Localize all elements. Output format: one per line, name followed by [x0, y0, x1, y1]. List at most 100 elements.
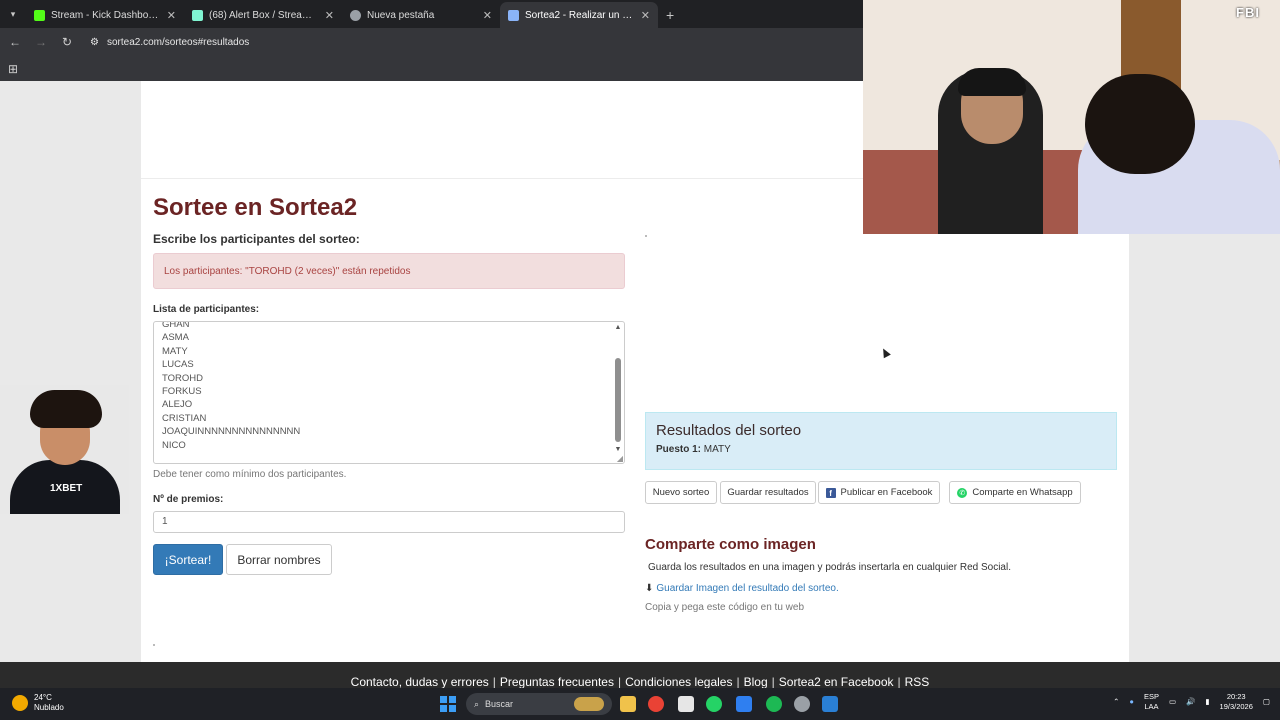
tab-title: (68) Alert Box / Streamlabs	[209, 9, 319, 21]
footer-link[interactable]: Contacto, dudas y errores	[351, 675, 489, 689]
mail-icon[interactable]	[736, 696, 752, 712]
weather-icon	[12, 695, 28, 711]
webcam-overlay: FBI	[863, 0, 1280, 234]
weather-text: Nublado	[34, 703, 64, 712]
save-image-link-label: Guardar Imagen del resultado del sorteo.	[656, 583, 839, 594]
url-text: sortea2.com/sorteos#resultados	[106, 36, 250, 48]
close-icon[interactable]: ✕	[483, 9, 492, 22]
chrome-icon	[350, 9, 361, 21]
facecam-shirt-logo: 1XBET	[50, 483, 83, 494]
taskbar-search[interactable]: ⌕ Buscar	[466, 693, 612, 715]
footer-link[interactable]: Blog	[744, 675, 768, 689]
chrome-icon[interactable]	[648, 696, 664, 712]
back-icon[interactable]: ←	[8, 35, 22, 49]
calculator-icon[interactable]	[678, 696, 694, 712]
volume-icon[interactable]: 🔊	[1186, 697, 1195, 707]
save-results-button[interactable]: Guardar resultados	[720, 481, 816, 504]
battery-icon[interactable]: ▮	[1205, 697, 1209, 707]
close-icon[interactable]: ✕	[641, 9, 650, 22]
language-indicator[interactable]: ESP LAA	[1144, 692, 1159, 712]
scroll-thumb[interactable]	[615, 358, 621, 442]
clock[interactable]: 20:23 19/3/2026	[1220, 692, 1253, 712]
windows-start-icon[interactable]	[440, 696, 456, 712]
clear-names-button[interactable]: Borrar nombres	[226, 544, 332, 575]
textarea-scrollbar[interactable]: ▲ ▼	[614, 324, 622, 456]
new-draw-button[interactable]: Nuevo sorteo	[645, 481, 717, 504]
page-title: Sortee en Sortea2	[153, 194, 358, 221]
sortea2-icon	[508, 9, 519, 21]
list-label: Lista de participantes:	[153, 304, 260, 315]
mic-icon[interactable]: ●	[1129, 697, 1134, 707]
footer-separator: |	[771, 675, 775, 689]
footer-link[interactable]: Condiciones legales	[625, 675, 732, 689]
tab-search-icon[interactable]: ▾	[0, 0, 26, 28]
file-explorer-icon[interactable]	[620, 696, 636, 712]
participant-line: NICO	[162, 439, 186, 451]
close-icon[interactable]: ✕	[167, 9, 176, 22]
participant-line: ALEJO	[162, 399, 193, 411]
winner-name: MATY	[703, 444, 731, 455]
participant-line: GHAN	[162, 321, 190, 330]
tray-chevron-icon[interactable]: ⌃	[1113, 697, 1119, 707]
lang-text: ESP	[1143, 692, 1159, 701]
url-field[interactable]: ⚙ sortea2.com/sorteos#resultados	[90, 37, 249, 48]
region-text: LAA	[1144, 702, 1159, 711]
tab-kick-dashboard[interactable]: Stream - Kick Dashboard ✕	[26, 2, 184, 28]
new-tab-button[interactable]: +	[658, 2, 682, 28]
resize-grip-icon[interactable]: ◢	[617, 454, 623, 463]
windows-taskbar: 24°C Nublado ⌕ Buscar ⌃ ● ESP LAA ▭ 🔊 ▮ …	[0, 688, 1280, 720]
date-text: 19/3/2026	[1219, 702, 1253, 711]
apps-grid-icon[interactable]: ⊞	[8, 62, 18, 76]
site-info-icon[interactable]: ⚙	[90, 37, 99, 48]
participant-line: ASMA	[162, 332, 189, 344]
scroll-down-icon[interactable]: ▼	[614, 446, 622, 453]
results-title: Resultados del sorteo	[656, 422, 802, 439]
participant-line: JOAQUINNNNNNNNNNNNNNN	[162, 426, 301, 438]
tab-sortea2[interactable]: Sortea2 - Realizar un sorteo ✕	[500, 2, 658, 28]
facecam-hair	[30, 390, 102, 428]
steam-settings-icon[interactable]	[794, 696, 810, 712]
search-icon: ⌕	[474, 698, 480, 709]
draw-button[interactable]: ¡Sortear!	[153, 544, 223, 575]
footer-separator: |	[617, 675, 622, 689]
tab-title: Sortea2 - Realizar un sorteo	[525, 9, 635, 21]
network-icon[interactable]: ▭	[1169, 697, 1176, 707]
participant-line: TOROHD	[162, 372, 203, 384]
footer-link[interactable]: Sortea2 en Facebook	[779, 675, 894, 689]
footer-link[interactable]: RSS	[905, 675, 930, 689]
weather-widget[interactable]: 24°C Nublado	[12, 693, 64, 713]
steam-icon[interactable]	[822, 696, 838, 712]
share-image-title: Comparte como imagen	[645, 536, 816, 553]
copy-code-text: Copia y pega este código en tu web	[645, 602, 804, 613]
share-whatsapp-button[interactable]: ✆ Comparte en Whatsapp	[949, 481, 1081, 504]
webcam-person-right-hair	[1085, 74, 1195, 174]
spotify-icon[interactable]	[766, 696, 782, 712]
footer-link[interactable]: Preguntas frecuentes	[500, 675, 614, 689]
forward-icon[interactable]: →	[34, 35, 48, 49]
ad-space	[141, 81, 863, 179]
tab-new-tab[interactable]: Nueva pestaña ✕	[342, 2, 500, 28]
participants-textarea[interactable]: GHAN ASMA MATY LUCAS TOROHD FORKUS ALEJO CRISTI…	[153, 321, 625, 464]
tab-title: Nueva pestaña	[367, 9, 435, 21]
scroll-up-icon[interactable]: ▲	[614, 324, 622, 331]
save-image-link[interactable]: ⬇ Guardar Imagen del resultado del sorte…	[645, 583, 839, 594]
tab-streamlabs[interactable]: (68) Alert Box / Streamlabs ✕	[184, 2, 342, 28]
share-image-description: Guarda los resultados en una imagen y po…	[648, 562, 1011, 573]
browser-tab-bar: ▾ Stream - Kick Dashboard ✕ (68) Alert B…	[0, 0, 863, 28]
publish-facebook-button[interactable]: f Publicar en Facebook	[818, 481, 940, 504]
kick-icon	[34, 9, 45, 21]
search-highlight-icon	[574, 697, 604, 711]
close-icon[interactable]: ✕	[325, 9, 334, 22]
address-bar: ← → ↻ ⚙ sortea2.com/sorteos#resultados	[0, 28, 863, 56]
help-text: Debe tener como mínimo dos participantes…	[153, 469, 347, 480]
site-footer: Contacto, dudas y errores | Preguntas frec…	[0, 662, 1280, 689]
share-whatsapp-label: Comparte en Whatsapp	[972, 487, 1073, 498]
download-icon: ⬇	[645, 583, 654, 594]
participants-heading: Escribe los participantes del sorteo:	[153, 232, 360, 246]
notifications-icon[interactable]: ▢	[1263, 697, 1270, 707]
whatsapp-icon[interactable]	[706, 696, 722, 712]
prizes-label: Nº de premios:	[153, 494, 224, 505]
reload-icon[interactable]: ↻	[60, 35, 74, 49]
participant-line: FORKUS	[162, 386, 202, 398]
prizes-input[interactable]: 1	[153, 511, 625, 533]
